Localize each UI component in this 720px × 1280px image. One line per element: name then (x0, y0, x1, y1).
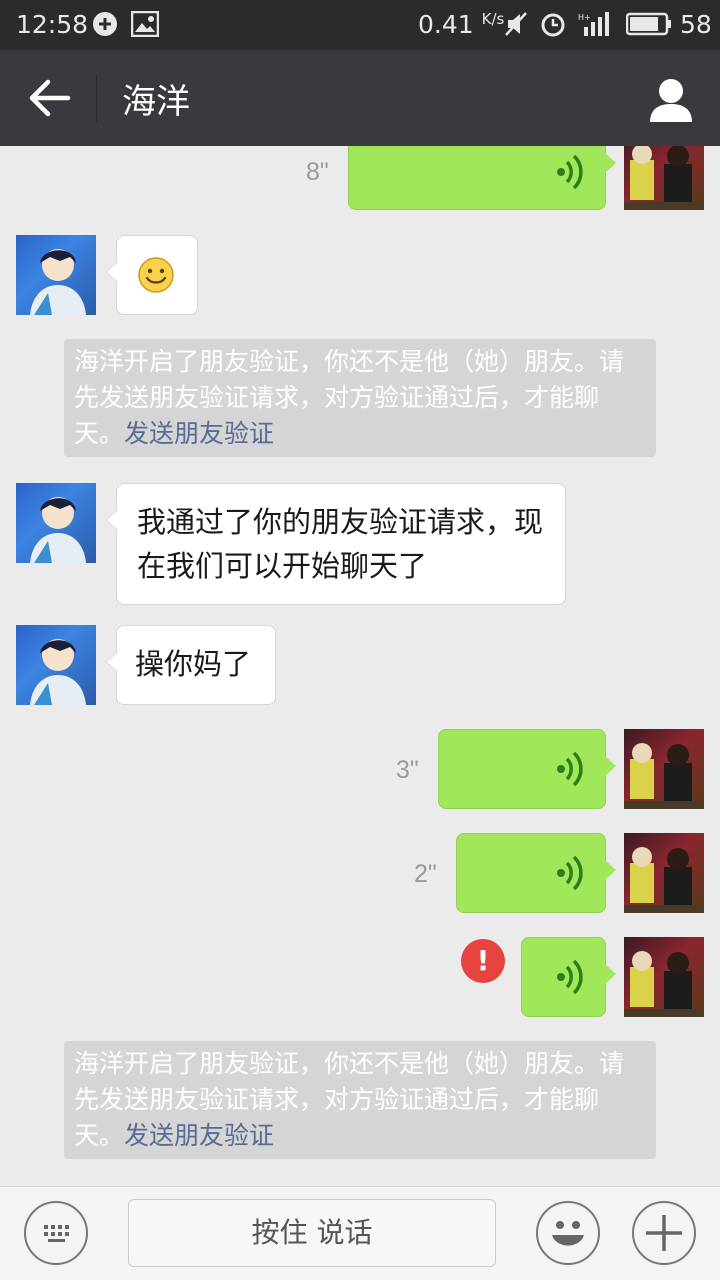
text-message-bubble[interactable]: 操你妈了 (106, 625, 276, 705)
text-message-bubble[interactable]: 我通过了你的朋友验证请求，现在我们可以开始聊天了 (106, 483, 566, 605)
contact-avatar-picture (30, 497, 86, 563)
voice-wave-icon (557, 855, 583, 891)
emoji-icon (552, 1221, 584, 1246)
voice-wave-icon (557, 959, 583, 995)
friend-verification-notice: 海洋开启了朋友验证，你还不是他（她）朋友。请先发送朋友验证请求，对方验证通过后，… (64, 339, 656, 457)
message-text: 我通过了你的朋友验证请求，现在我们可以开始聊天了 (137, 505, 544, 583)
message-text: 操你妈了 (135, 647, 252, 681)
net-speed: 0.41 K/s (418, 10, 505, 39)
svg-text:H+: H+ (578, 13, 591, 22)
voice-duration: 3" (396, 756, 419, 784)
send-verification-link[interactable]: 发送朋友验证 (124, 1121, 274, 1150)
plus-icon (646, 1215, 682, 1251)
sync-icon (93, 12, 117, 36)
voice-message-bubble[interactable] (521, 937, 616, 1017)
back-arrow-icon[interactable] (28, 78, 72, 118)
my-avatar[interactable] (624, 729, 704, 809)
mute-icon (505, 12, 527, 36)
my-avatar[interactable] (624, 937, 704, 1017)
smiley-emoji-icon (138, 257, 174, 293)
status-bar: 12:58 0.41 K/s H+ 58 (0, 0, 720, 50)
message-list[interactable]: 8" 海洋开启了朋友验证，你还不是他（她）朋友。请先发送朋友验证请求，对方验证通… (0, 146, 720, 1186)
signal-icon: H+ (578, 12, 609, 36)
keyboard-icon (44, 1225, 69, 1242)
voice-message-bubble[interactable] (438, 729, 616, 809)
net-unit: K/s (481, 10, 505, 28)
chat-header: 海洋 (0, 50, 720, 146)
voice-wave-icon (557, 154, 583, 190)
my-avatar-photo (624, 951, 704, 1017)
alarm-icon (541, 13, 565, 37)
error-icon[interactable]: ! (461, 939, 505, 983)
battery-level: 58 (680, 10, 712, 39)
voice-duration: 2" (414, 860, 437, 888)
header-divider (96, 74, 97, 122)
keyboard-button[interactable] (24, 1201, 88, 1265)
emoji-message-bubble[interactable] (106, 235, 198, 315)
hold-to-talk-button[interactable]: 按住 说话 (128, 1199, 496, 1267)
input-bar: 按住 说话 (0, 1186, 720, 1280)
my-avatar-photo (624, 847, 704, 913)
contact-avatar[interactable] (16, 483, 96, 563)
person-icon[interactable] (648, 76, 694, 122)
status-time: 12:58 (16, 10, 89, 39)
contact-avatar[interactable] (16, 235, 96, 315)
voice-message-bubble[interactable] (348, 146, 616, 210)
friend-verification-notice: 海洋开启了朋友验证，你还不是他（她）朋友。请先发送朋友验证请求，对方验证通过后，… (64, 1041, 656, 1159)
my-avatar-photo (624, 743, 704, 809)
contact-avatar-picture (30, 249, 86, 315)
voice-wave-icon (557, 751, 583, 787)
image-icon (131, 11, 159, 37)
contact-avatar-picture (30, 639, 86, 705)
voice-duration: 8" (306, 158, 329, 186)
send-verification-link[interactable]: 发送朋友验证 (124, 419, 274, 448)
chat-title: 海洋 (122, 82, 190, 122)
my-avatar-photo (624, 146, 704, 210)
contact-avatar[interactable] (16, 625, 96, 705)
my-avatar[interactable] (624, 146, 704, 210)
plus-button[interactable] (632, 1201, 696, 1265)
voice-message-bubble[interactable] (456, 833, 616, 913)
emoji-button[interactable] (536, 1201, 600, 1265)
battery-icon (626, 12, 671, 36)
my-avatar[interactable] (624, 833, 704, 913)
